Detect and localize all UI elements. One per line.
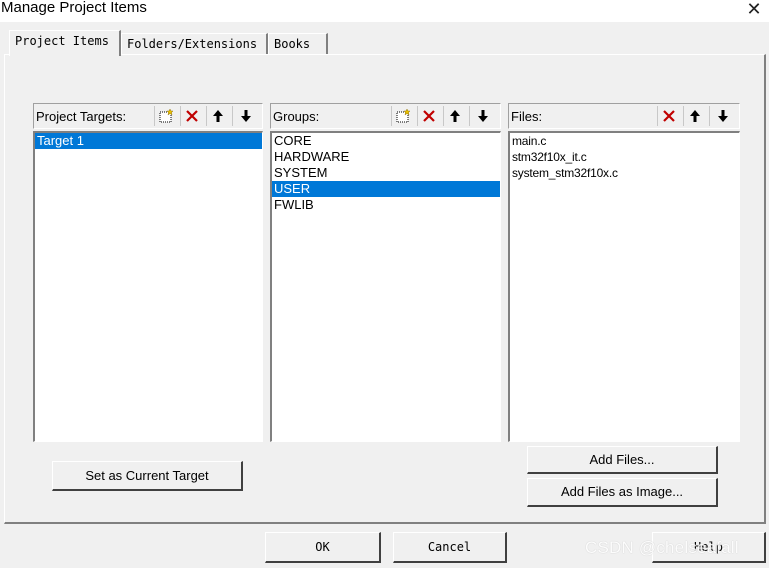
move-down-icon bbox=[717, 110, 728, 122]
watermark-text: CSDN @chelseafall bbox=[585, 538, 739, 557]
delete-icon bbox=[662, 110, 675, 122]
delete-icon bbox=[185, 110, 198, 122]
groups-header: Groups: bbox=[270, 103, 501, 129]
delete-group-button[interactable] bbox=[417, 106, 439, 126]
set-as-current-target-button[interactable]: Set as Current Target bbox=[52, 461, 243, 491]
move-up-icon bbox=[212, 110, 223, 122]
tab-project-items[interactable]: Project Items bbox=[9, 30, 121, 56]
targets-label: Project Targets: bbox=[36, 109, 127, 124]
list-item-file[interactable]: system_stm32f10x.c bbox=[510, 165, 739, 181]
files-list[interactable]: main.c stm32f10x_it.c system_stm32f10x.c bbox=[508, 131, 740, 442]
targets-list[interactable]: Target 1 bbox=[33, 131, 263, 442]
files-header: Files: bbox=[508, 103, 740, 129]
list-item-group[interactable]: HARDWARE bbox=[272, 149, 500, 165]
delete-icon bbox=[422, 110, 435, 122]
new-target-button[interactable] bbox=[154, 106, 176, 126]
move-up-icon bbox=[689, 110, 700, 122]
tab-folders-extensions[interactable]: Folders/Extensions bbox=[121, 33, 268, 54]
tab-label: Folders/Extensions bbox=[127, 37, 258, 51]
new-item-icon bbox=[159, 109, 173, 123]
files-label: Files: bbox=[511, 109, 543, 124]
move-up-icon bbox=[449, 110, 460, 122]
list-item-group[interactable]: SYSTEM bbox=[272, 165, 500, 181]
add-files-button[interactable]: Add Files... bbox=[527, 446, 718, 474]
list-item-file[interactable]: main.c bbox=[510, 133, 739, 149]
tab-books[interactable]: Books bbox=[268, 33, 328, 54]
window-title: Manage Project Items bbox=[1, 0, 147, 16]
targets-header: Project Targets: bbox=[33, 103, 263, 129]
tab-label: Project Items bbox=[15, 34, 109, 48]
move-file-down-button[interactable] bbox=[709, 106, 735, 126]
move-down-icon bbox=[240, 110, 251, 122]
list-item-group[interactable]: CORE bbox=[272, 133, 500, 149]
list-item-target[interactable]: Target 1 bbox=[35, 133, 262, 149]
new-item-icon bbox=[396, 109, 410, 123]
list-item-group[interactable]: FWLIB bbox=[272, 197, 500, 213]
move-target-down-button[interactable] bbox=[232, 106, 258, 126]
move-down-icon bbox=[477, 110, 488, 122]
groups-label: Groups: bbox=[273, 109, 320, 124]
delete-target-button[interactable] bbox=[180, 106, 202, 126]
tab-label: Books bbox=[274, 37, 311, 51]
add-files-as-image-button[interactable]: Add Files as Image... bbox=[527, 478, 718, 507]
title-bar: Manage Project Items ✕ bbox=[0, 0, 769, 22]
move-target-up-button[interactable] bbox=[206, 106, 228, 126]
ok-button[interactable]: OK bbox=[265, 532, 381, 563]
move-group-up-button[interactable] bbox=[443, 106, 465, 126]
groups-list[interactable]: CORE HARDWARE SYSTEM USER FWLIB bbox=[270, 131, 501, 442]
list-item-file[interactable]: stm32f10x_it.c bbox=[510, 149, 739, 165]
close-icon[interactable]: ✕ bbox=[741, 0, 767, 19]
move-group-down-button[interactable] bbox=[469, 106, 495, 126]
move-file-up-button[interactable] bbox=[683, 106, 705, 126]
list-item-group[interactable]: USER bbox=[272, 181, 500, 197]
new-group-button[interactable] bbox=[391, 106, 413, 126]
cancel-button[interactable]: Cancel bbox=[393, 532, 507, 563]
delete-file-button[interactable] bbox=[657, 106, 679, 126]
